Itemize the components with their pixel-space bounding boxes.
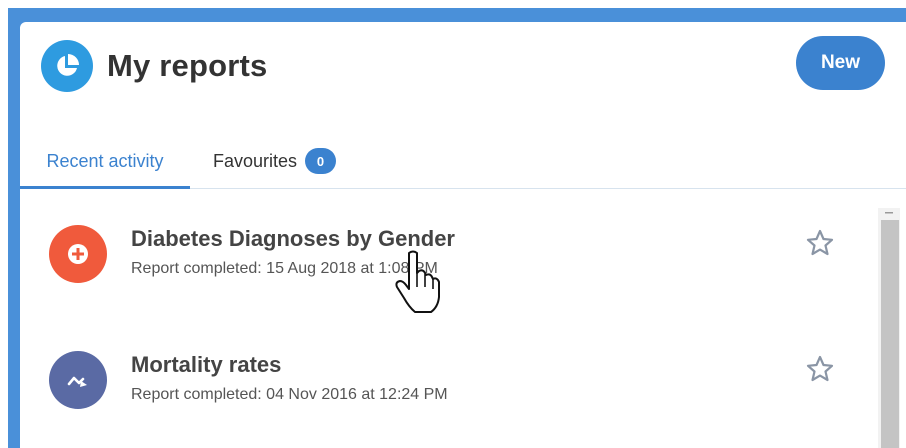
tab-favourites[interactable]: Favourites 0 bbox=[213, 134, 337, 188]
trend-line-icon bbox=[49, 351, 107, 409]
new-report-button[interactable]: New bbox=[796, 36, 885, 90]
pie-chart-icon bbox=[41, 40, 93, 92]
report-list: Diabetes Diagnoses by Gender Report comp… bbox=[20, 192, 906, 448]
report-list-item[interactable]: Diabetes Diagnoses by Gender Report comp… bbox=[20, 192, 870, 312]
page-title: My reports bbox=[107, 48, 268, 83]
reports-card: My reports New Recent activity Favourite… bbox=[20, 22, 906, 448]
report-status: Report completed: 04 Nov 2016 at 12:24 P… bbox=[131, 386, 448, 403]
report-name: Diabetes Diagnoses by Gender bbox=[131, 226, 455, 251]
scrollbar-thumb[interactable] bbox=[881, 220, 899, 448]
favourite-star-icon[interactable] bbox=[805, 228, 835, 258]
tab-bar: Recent activity Favourites 0 bbox=[20, 134, 906, 189]
tab-recent-activity-label: Recent activity bbox=[46, 150, 164, 171]
favourite-star-icon[interactable] bbox=[805, 354, 835, 384]
report-status: Report completed: 15 Aug 2018 at 1:08 PM bbox=[131, 260, 438, 277]
scroll-up-icon[interactable] bbox=[878, 208, 900, 218]
tab-recent-activity[interactable]: Recent activity bbox=[20, 134, 190, 189]
report-name: Mortality rates bbox=[131, 352, 282, 377]
report-list-item[interactable]: Mortality rates Report completed: 04 Nov… bbox=[20, 318, 870, 438]
favourites-count-badge: 0 bbox=[305, 148, 337, 174]
list-scrollbar[interactable] bbox=[878, 208, 900, 448]
plus-circle-icon bbox=[49, 225, 107, 283]
tab-favourites-label: Favourites bbox=[213, 150, 298, 171]
